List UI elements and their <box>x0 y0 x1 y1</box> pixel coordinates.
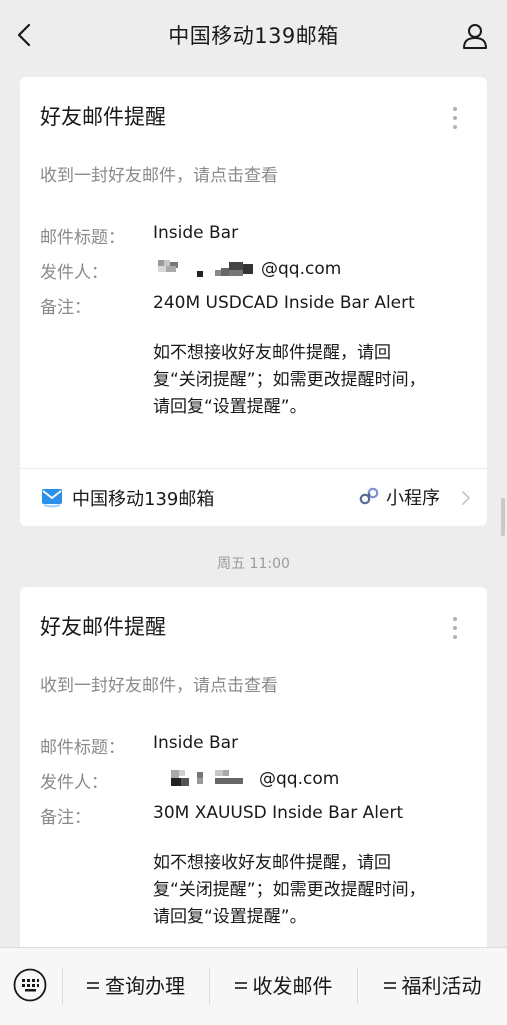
card-title: 好友邮件提醒 <box>40 615 166 639</box>
sender-value: @qq.com <box>261 259 342 279</box>
notice-line: 复“关闭提醒”；如需更改提醒时间， <box>153 370 426 390</box>
keyboard-icon[interactable] <box>13 968 47 1002</box>
mini-program-name: 中国移动139邮箱 <box>72 489 215 510</box>
notice-line: 如不想接收好友邮件提醒，请回 <box>153 853 391 873</box>
top-navigation-bar: 中国移动139邮箱 <box>0 0 507 68</box>
unsubscribe-notice: 如不想接收好友邮件提醒，请回 复“关闭提醒”；如需更改提醒时间， 请回复“设置提… <box>153 850 463 931</box>
menu-benefits-activities[interactable]: 福利活动 <box>358 962 507 1010</box>
mini-program-label: 小程序 <box>386 488 440 509</box>
sender-value: @qq.com <box>259 769 340 789</box>
subject-label: 邮件标题： <box>40 228 125 248</box>
scrollbar[interactable] <box>501 498 505 536</box>
menu-query-handle[interactable]: 查询办理 <box>63 962 209 1010</box>
redacted-sender-mask <box>158 260 253 277</box>
menu-label: 查询办理 <box>105 974 185 998</box>
card-subtitle: 收到一封好友邮件，请点击查看 <box>40 676 278 696</box>
note-label: 备注： <box>40 298 91 318</box>
menu-send-receive-mail[interactable]: 收发邮件 <box>210 962 357 1010</box>
page-title: 中国移动139邮箱 <box>168 24 339 48</box>
notification-card[interactable]: 好友邮件提醒 收到一封好友邮件，请点击查看 邮件标题： Inside Bar 发… <box>20 77 487 526</box>
sender-value-wrap: @qq.com <box>153 258 341 280</box>
note-value: 30M XAUUSD Inside Bar Alert <box>153 803 404 823</box>
menu-lines-icon <box>234 981 247 989</box>
unsubscribe-notice: 如不想接收好友邮件提醒，请回 复“关闭提醒”；如需更改提醒时间， 请回复“设置提… <box>153 340 463 421</box>
notification-card[interactable]: 好友邮件提醒 收到一封好友邮件，请点击查看 邮件标题： Inside Bar 发… <box>20 587 487 957</box>
more-options-icon[interactable] <box>451 107 459 137</box>
menu-lines-icon <box>383 981 396 989</box>
card-title: 好友邮件提醒 <box>40 105 166 129</box>
menu-label: 福利活动 <box>401 974 482 998</box>
mail-139-logo-icon <box>42 489 62 508</box>
notice-line: 如不想接收好友邮件提醒，请回 <box>153 343 391 363</box>
note-label: 备注： <box>40 808 91 828</box>
note-value: 240M USDCAD Inside Bar Alert <box>153 293 415 313</box>
subject-value: Inside Bar <box>153 223 239 243</box>
sender-label: 发件人： <box>40 773 108 793</box>
notice-line: 请回复“设置提醒”。 <box>153 397 307 417</box>
notice-line: 复“关闭提醒”；如需更改提醒时间， <box>153 880 426 900</box>
notice-line: 请回复“设置提醒”。 <box>153 907 307 927</box>
bottom-menu-bar: 查询办理 收发邮件 福利活动 <box>0 947 507 1025</box>
subject-label: 邮件标题： <box>40 738 125 758</box>
menu-lines-icon <box>87 981 99 989</box>
person-icon[interactable] <box>461 22 489 50</box>
sender-label: 发件人： <box>40 263 108 283</box>
more-options-icon[interactable] <box>451 617 459 647</box>
message-timestamp: 周五 11:00 <box>217 556 290 572</box>
subject-value: Inside Bar <box>153 733 239 753</box>
chevron-right-icon <box>462 491 470 505</box>
mini-program-icon <box>359 487 379 505</box>
sender-value-wrap: @qq.com <box>153 768 339 790</box>
card-subtitle: 收到一封好友邮件，请点击查看 <box>40 166 278 186</box>
mini-program-footer[interactable]: 中国移动139邮箱 小程序 <box>20 469 487 526</box>
redacted-sender-mask <box>171 770 243 786</box>
menu-label: 收发邮件 <box>252 974 333 998</box>
